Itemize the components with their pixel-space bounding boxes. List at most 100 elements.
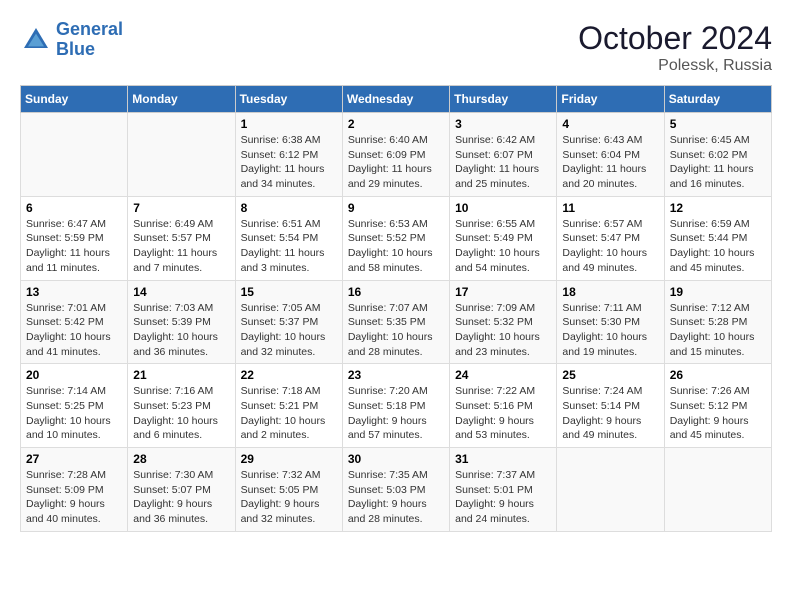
logo-icon xyxy=(20,24,52,56)
day-info: Sunrise: 6:43 AM Sunset: 6:04 PM Dayligh… xyxy=(562,133,658,192)
day-number: 26 xyxy=(670,368,766,382)
day-info: Sunrise: 6:38 AM Sunset: 6:12 PM Dayligh… xyxy=(241,133,337,192)
day-info: Sunrise: 7:11 AM Sunset: 5:30 PM Dayligh… xyxy=(562,301,658,360)
day-number: 4 xyxy=(562,117,658,131)
calendar-day-cell: 13 Sunrise: 7:01 AM Sunset: 5:42 PM Dayli… xyxy=(21,280,128,364)
calendar-day-cell: 24 Sunrise: 7:22 AM Sunset: 5:16 PM Dayli… xyxy=(450,364,557,448)
day-info: Sunrise: 7:07 AM Sunset: 5:35 PM Dayligh… xyxy=(348,301,444,360)
calendar-day-cell: 18Sunrise: 7:11 AM Sunset: 5:30 PM Dayli… xyxy=(557,280,664,364)
calendar-day-cell xyxy=(21,113,128,197)
calendar-day-cell: 22 Sunrise: 7:18 AM Sunset: 5:21 PM Dayli… xyxy=(235,364,342,448)
day-info: Sunrise: 7:05 AM Sunset: 5:37 PM Dayligh… xyxy=(241,301,337,360)
month-title: October 2024 xyxy=(578,20,772,57)
day-number: 16 xyxy=(348,285,444,299)
calendar-header-row: SundayMondayTuesdayWednesdayThursdayFrid… xyxy=(21,86,772,113)
day-info: Sunrise: 6:42 AM Sunset: 6:07 PM Dayligh… xyxy=(455,133,551,192)
title-block: October 2024 Polessk, Russia xyxy=(578,20,772,75)
day-info: Sunrise: 7:37 AM Sunset: 5:01 PM Dayligh… xyxy=(455,468,551,527)
day-number: 24 xyxy=(455,368,551,382)
calendar-day-cell: 10 Sunrise: 6:55 AM Sunset: 5:49 PM Dayli… xyxy=(450,196,557,280)
day-number: 14 xyxy=(133,285,229,299)
day-number: 2 xyxy=(348,117,444,131)
day-number: 27 xyxy=(26,452,122,466)
day-number: 6 xyxy=(26,201,122,215)
logo-line1: General xyxy=(56,19,123,39)
day-info: Sunrise: 6:53 AM Sunset: 5:52 PM Dayligh… xyxy=(348,217,444,276)
calendar-day-cell: 14 Sunrise: 7:03 AM Sunset: 5:39 PM Dayli… xyxy=(128,280,235,364)
day-info: Sunrise: 7:28 AM Sunset: 5:09 PM Dayligh… xyxy=(26,468,122,527)
calendar-week-row: 13 Sunrise: 7:01 AM Sunset: 5:42 PM Dayli… xyxy=(21,280,772,364)
day-info: Sunrise: 6:45 AM Sunset: 6:02 PM Dayligh… xyxy=(670,133,766,192)
day-number: 19 xyxy=(670,285,766,299)
logo: General Blue xyxy=(20,20,123,60)
calendar-header-cell: Saturday xyxy=(664,86,771,113)
calendar-day-cell: 27 Sunrise: 7:28 AM Sunset: 5:09 PM Dayli… xyxy=(21,448,128,532)
calendar-header-cell: Tuesday xyxy=(235,86,342,113)
calendar-week-row: 6 Sunrise: 6:47 AM Sunset: 5:59 PM Daylig… xyxy=(21,196,772,280)
calendar-day-cell: 1 Sunrise: 6:38 AM Sunset: 6:12 PM Daylig… xyxy=(235,113,342,197)
day-number: 11 xyxy=(562,201,658,215)
calendar-day-cell: 9 Sunrise: 6:53 AM Sunset: 5:52 PM Daylig… xyxy=(342,196,449,280)
day-number: 1 xyxy=(241,117,337,131)
day-info: Sunrise: 7:26 AM Sunset: 5:12 PM Dayligh… xyxy=(670,384,766,443)
calendar-day-cell: 7Sunrise: 6:49 AM Sunset: 5:57 PM Daylig… xyxy=(128,196,235,280)
day-info: Sunrise: 6:55 AM Sunset: 5:49 PM Dayligh… xyxy=(455,217,551,276)
calendar-header-cell: Friday xyxy=(557,86,664,113)
day-number: 30 xyxy=(348,452,444,466)
day-number: 7 xyxy=(133,201,229,215)
calendar-day-cell: 17Sunrise: 7:09 AM Sunset: 5:32 PM Dayli… xyxy=(450,280,557,364)
day-info: Sunrise: 7:20 AM Sunset: 5:18 PM Dayligh… xyxy=(348,384,444,443)
calendar-day-cell: 12Sunrise: 6:59 AM Sunset: 5:44 PM Dayli… xyxy=(664,196,771,280)
calendar-day-cell: 4 Sunrise: 6:43 AM Sunset: 6:04 PM Daylig… xyxy=(557,113,664,197)
calendar-header-cell: Sunday xyxy=(21,86,128,113)
day-number: 8 xyxy=(241,201,337,215)
day-number: 13 xyxy=(26,285,122,299)
calendar-day-cell: 26 Sunrise: 7:26 AM Sunset: 5:12 PM Dayli… xyxy=(664,364,771,448)
day-info: Sunrise: 7:24 AM Sunset: 5:14 PM Dayligh… xyxy=(562,384,658,443)
page-header: General Blue October 2024 Polessk, Russi… xyxy=(20,20,772,75)
day-info: Sunrise: 7:22 AM Sunset: 5:16 PM Dayligh… xyxy=(455,384,551,443)
day-number: 15 xyxy=(241,285,337,299)
day-info: Sunrise: 6:57 AM Sunset: 5:47 PM Dayligh… xyxy=(562,217,658,276)
day-number: 31 xyxy=(455,452,551,466)
day-info: Sunrise: 7:16 AM Sunset: 5:23 PM Dayligh… xyxy=(133,384,229,443)
day-info: Sunrise: 7:03 AM Sunset: 5:39 PM Dayligh… xyxy=(133,301,229,360)
day-info: Sunrise: 7:12 AM Sunset: 5:28 PM Dayligh… xyxy=(670,301,766,360)
day-number: 9 xyxy=(348,201,444,215)
day-info: Sunrise: 7:18 AM Sunset: 5:21 PM Dayligh… xyxy=(241,384,337,443)
day-info: Sunrise: 7:35 AM Sunset: 5:03 PM Dayligh… xyxy=(348,468,444,527)
logo-text: General Blue xyxy=(56,20,123,60)
calendar-day-cell: 15 Sunrise: 7:05 AM Sunset: 5:37 PM Dayli… xyxy=(235,280,342,364)
day-info: Sunrise: 7:30 AM Sunset: 5:07 PM Dayligh… xyxy=(133,468,229,527)
day-info: Sunrise: 6:59 AM Sunset: 5:44 PM Dayligh… xyxy=(670,217,766,276)
calendar-day-cell: 19 Sunrise: 7:12 AM Sunset: 5:28 PM Dayli… xyxy=(664,280,771,364)
day-info: Sunrise: 6:51 AM Sunset: 5:54 PM Dayligh… xyxy=(241,217,337,276)
calendar-day-cell: 31 Sunrise: 7:37 AM Sunset: 5:01 PM Dayli… xyxy=(450,448,557,532)
calendar-table: SundayMondayTuesdayWednesdayThursdayFrid… xyxy=(20,85,772,532)
calendar-header-cell: Wednesday xyxy=(342,86,449,113)
calendar-day-cell xyxy=(128,113,235,197)
day-number: 28 xyxy=(133,452,229,466)
day-info: Sunrise: 7:32 AM Sunset: 5:05 PM Dayligh… xyxy=(241,468,337,527)
day-number: 23 xyxy=(348,368,444,382)
calendar-day-cell: 21 Sunrise: 7:16 AM Sunset: 5:23 PM Dayli… xyxy=(128,364,235,448)
day-number: 21 xyxy=(133,368,229,382)
day-info: Sunrise: 7:14 AM Sunset: 5:25 PM Dayligh… xyxy=(26,384,122,443)
calendar-header-cell: Monday xyxy=(128,86,235,113)
calendar-day-cell: 25Sunrise: 7:24 AM Sunset: 5:14 PM Dayli… xyxy=(557,364,664,448)
day-info: Sunrise: 7:01 AM Sunset: 5:42 PM Dayligh… xyxy=(26,301,122,360)
calendar-day-cell: 3 Sunrise: 6:42 AM Sunset: 6:07 PM Daylig… xyxy=(450,113,557,197)
day-number: 3 xyxy=(455,117,551,131)
day-number: 22 xyxy=(241,368,337,382)
day-info: Sunrise: 6:40 AM Sunset: 6:09 PM Dayligh… xyxy=(348,133,444,192)
day-info: Sunrise: 6:47 AM Sunset: 5:59 PM Dayligh… xyxy=(26,217,122,276)
calendar-body: 1 Sunrise: 6:38 AM Sunset: 6:12 PM Daylig… xyxy=(21,113,772,532)
location: Polessk, Russia xyxy=(578,57,772,75)
day-number: 29 xyxy=(241,452,337,466)
calendar-header-cell: Thursday xyxy=(450,86,557,113)
calendar-day-cell: 16 Sunrise: 7:07 AM Sunset: 5:35 PM Dayli… xyxy=(342,280,449,364)
day-info: Sunrise: 7:09 AM Sunset: 5:32 PM Dayligh… xyxy=(455,301,551,360)
day-number: 10 xyxy=(455,201,551,215)
calendar-day-cell: 6 Sunrise: 6:47 AM Sunset: 5:59 PM Daylig… xyxy=(21,196,128,280)
calendar-day-cell: 11 Sunrise: 6:57 AM Sunset: 5:47 PM Dayli… xyxy=(557,196,664,280)
